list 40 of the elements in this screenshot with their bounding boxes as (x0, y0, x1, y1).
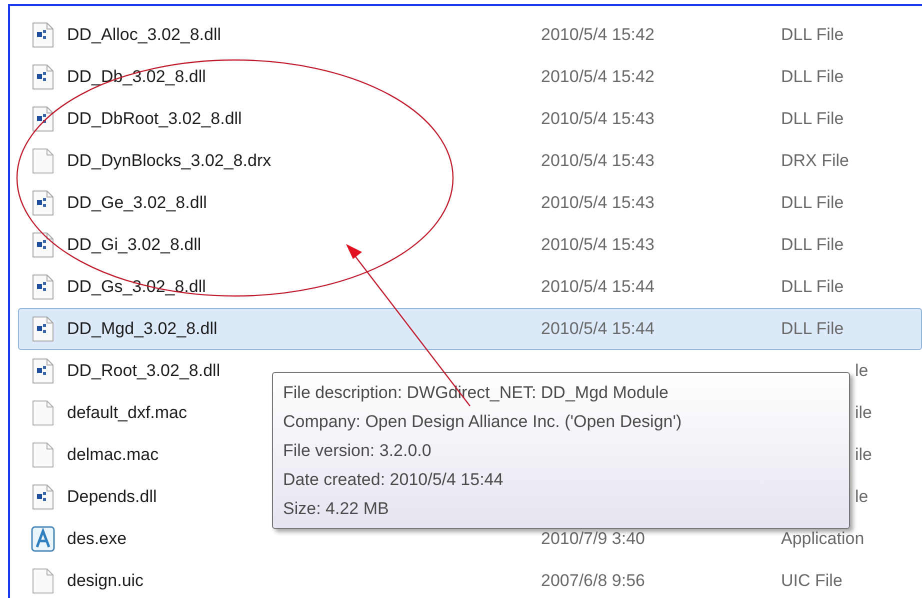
file-type: DLL File (781, 193, 844, 212)
tooltip-line: File version: 3.2.0.0 (283, 440, 432, 462)
file-type: le (855, 487, 868, 506)
file-name: DD_Ge_3.02_8.dll (67, 193, 207, 212)
file-type: DLL File (781, 25, 844, 44)
date-modified: 2010/5/4 15:44 (541, 277, 654, 296)
date-modified: 2010/5/4 15:43 (541, 109, 654, 128)
file-type: le (855, 361, 868, 380)
date-modified: 2010/5/4 15:43 (541, 193, 654, 212)
file-type: DLL File (781, 235, 844, 254)
file-name: DD_Mgd_3.02_8.dll (67, 319, 218, 338)
file-name: des.exe (67, 529, 127, 548)
file-name: design.uic (67, 571, 144, 590)
tooltip-line: Date created: 2010/5/4 15:44 (283, 469, 504, 491)
date-modified: 2007/6/8 9:56 (541, 571, 645, 590)
date-modified: 2010/5/4 15:42 (541, 25, 654, 44)
file-name: delmac.mac (67, 445, 159, 464)
file-name: default_dxf.mac (67, 403, 188, 422)
file-name: DD_Gi_3.02_8.dll (67, 235, 202, 254)
file-type: ile (855, 403, 872, 422)
file-type: DLL File (781, 277, 844, 296)
file-type: ile (855, 445, 872, 464)
date-modified: 2010/5/4 15:43 (541, 151, 654, 170)
file-type: DLL File (781, 109, 844, 128)
file-name: DD_DbRoot_3.02_8.dll (67, 109, 242, 128)
tooltip-line: Company: Open Design Alliance Inc. ('Open Design') (283, 411, 683, 433)
file-name: Depends.dll (67, 487, 157, 506)
date-modified: 2010/5/4 15:43 (541, 235, 654, 254)
file-name: DD_DynBlocks_3.02_8.drx (67, 151, 272, 170)
file-type: DRX File (781, 151, 850, 170)
file-name: DD_Alloc_3.02_8.dll (67, 25, 222, 44)
file-type: UIC File (781, 571, 842, 590)
date-modified: 2010/5/4 15:42 (541, 67, 654, 86)
date-modified: 2010/5/4 15:44 (541, 319, 654, 338)
file-type: DLL File (781, 67, 844, 86)
file-name: DD_Root_3.02_8.dll (67, 361, 220, 380)
file-type: DLL File (781, 319, 844, 338)
date-modified: 2010/7/9 3:40 (541, 529, 645, 548)
file-type: Application (781, 529, 864, 548)
tooltip-line: Size: 4.22 MB (283, 498, 390, 520)
